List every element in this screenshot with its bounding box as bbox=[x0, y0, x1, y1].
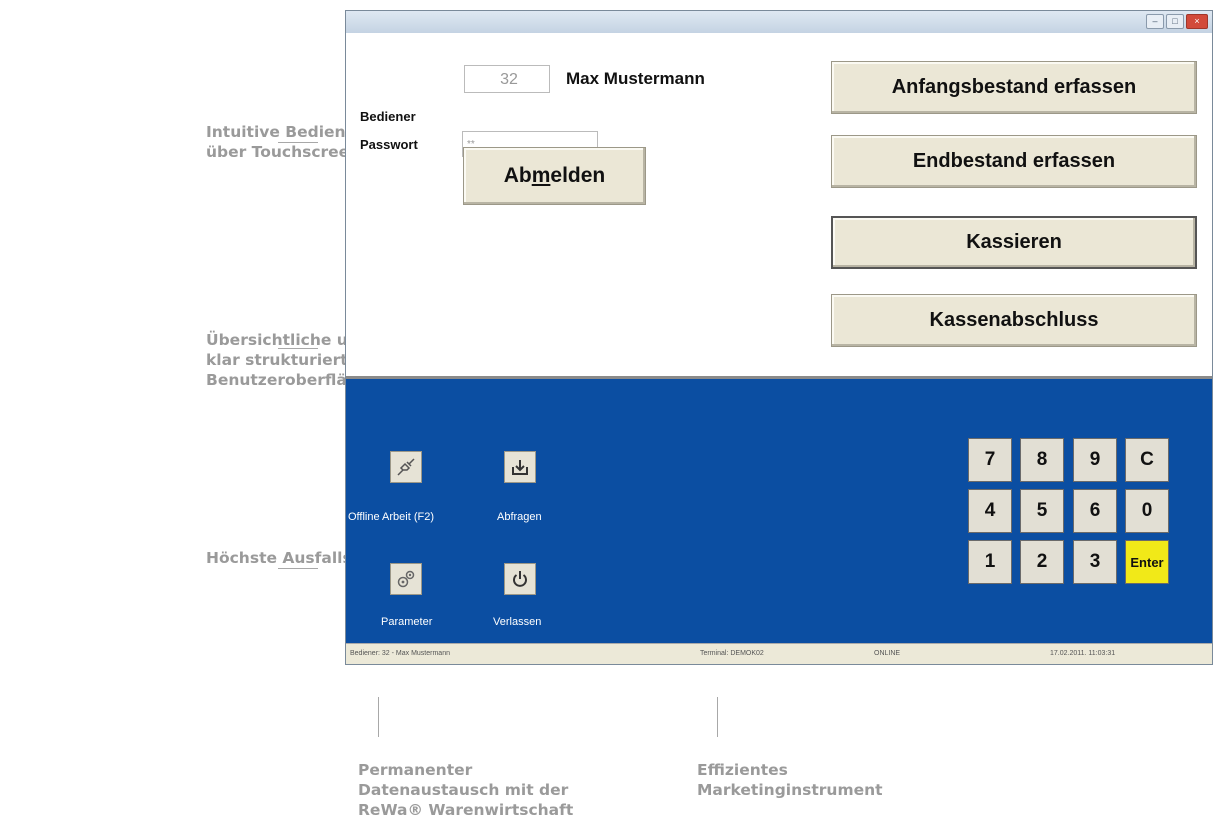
logout-label-a: Ab bbox=[503, 164, 532, 187]
operator-label: Bediener bbox=[360, 109, 416, 124]
query-label: Abfragen bbox=[497, 511, 542, 523]
operator-id-field[interactable] bbox=[464, 65, 553, 94]
query-button[interactable] bbox=[504, 451, 536, 483]
key-6[interactable]: 6 bbox=[1073, 489, 1117, 533]
exit-button[interactable] bbox=[504, 563, 536, 595]
gears-icon bbox=[397, 570, 415, 588]
key-1[interactable]: 1 bbox=[968, 540, 1012, 584]
pos-window: – □ × Bediener Max Mustermann Passwort A… bbox=[345, 10, 1213, 665]
callout-line-touchscreen bbox=[278, 142, 318, 143]
bottom-panel: Offline Arbeit (F2) Abfragen Parameter V… bbox=[346, 376, 1212, 649]
callout-line-ui bbox=[278, 348, 318, 349]
operator-id-input[interactable] bbox=[465, 66, 553, 94]
callout-exchange: Permanenter Datenaustausch mit der ReWa®… bbox=[358, 761, 574, 819]
close-icon[interactable]: × bbox=[1186, 14, 1208, 29]
callout-marketing: Effizientes Marketinginstrument bbox=[697, 761, 883, 799]
key-9[interactable]: 9 bbox=[1073, 438, 1117, 482]
logout-mnemonic: m bbox=[531, 164, 551, 187]
key-8[interactable]: 8 bbox=[1020, 438, 1064, 482]
maximize-icon[interactable]: □ bbox=[1166, 14, 1184, 29]
parameter-label: Parameter bbox=[381, 616, 433, 628]
callout-line-exchange bbox=[378, 697, 379, 737]
logout-button[interactable]: Ab m elden bbox=[463, 147, 646, 205]
title-bar: – □ × bbox=[346, 11, 1212, 33]
exit-label: Verlassen bbox=[493, 616, 542, 628]
status-operator: Bediener: 32 - Max Mustermann bbox=[350, 650, 450, 657]
status-bar: Bediener: 32 - Max Mustermann Terminal: … bbox=[346, 643, 1212, 664]
close-register-button[interactable]: Kassenabschluss bbox=[831, 294, 1197, 347]
status-connection: ONLINE bbox=[874, 650, 901, 657]
status-datetime: 17.02.2011. 11:03:31 bbox=[1050, 650, 1116, 657]
offline-work-label: Offline Arbeit (F2) bbox=[348, 511, 434, 523]
logout-label-b: elden bbox=[550, 164, 606, 187]
power-icon bbox=[513, 571, 527, 587]
end-stock-button[interactable]: Endbestand erfassen bbox=[831, 135, 1197, 188]
download-icon bbox=[512, 460, 528, 475]
key-3[interactable]: 3 bbox=[1073, 540, 1117, 584]
minimize-icon[interactable]: – bbox=[1146, 14, 1164, 29]
plug-icon bbox=[397, 458, 415, 476]
key-0[interactable]: 0 bbox=[1125, 489, 1169, 533]
key-2[interactable]: 2 bbox=[1020, 540, 1064, 584]
offline-work-button[interactable] bbox=[390, 451, 422, 483]
parameter-button[interactable] bbox=[390, 563, 422, 595]
password-label: Passwort bbox=[360, 137, 418, 152]
callout-line-marketing bbox=[717, 697, 718, 737]
callout-line-failsafe bbox=[278, 568, 318, 569]
key-5[interactable]: 5 bbox=[1020, 489, 1064, 533]
key-4[interactable]: 4 bbox=[968, 489, 1012, 533]
status-terminal: Terminal: DEMOK02 bbox=[700, 650, 764, 657]
operator-name: Max Mustermann bbox=[566, 69, 705, 88]
key-7[interactable]: 7 bbox=[968, 438, 1012, 482]
key-clear[interactable]: C bbox=[1125, 438, 1169, 482]
key-enter[interactable]: Enter bbox=[1125, 540, 1169, 584]
checkout-button[interactable]: Kassieren bbox=[831, 216, 1197, 269]
start-stock-button[interactable]: Anfangsbestand erfassen bbox=[831, 61, 1197, 114]
